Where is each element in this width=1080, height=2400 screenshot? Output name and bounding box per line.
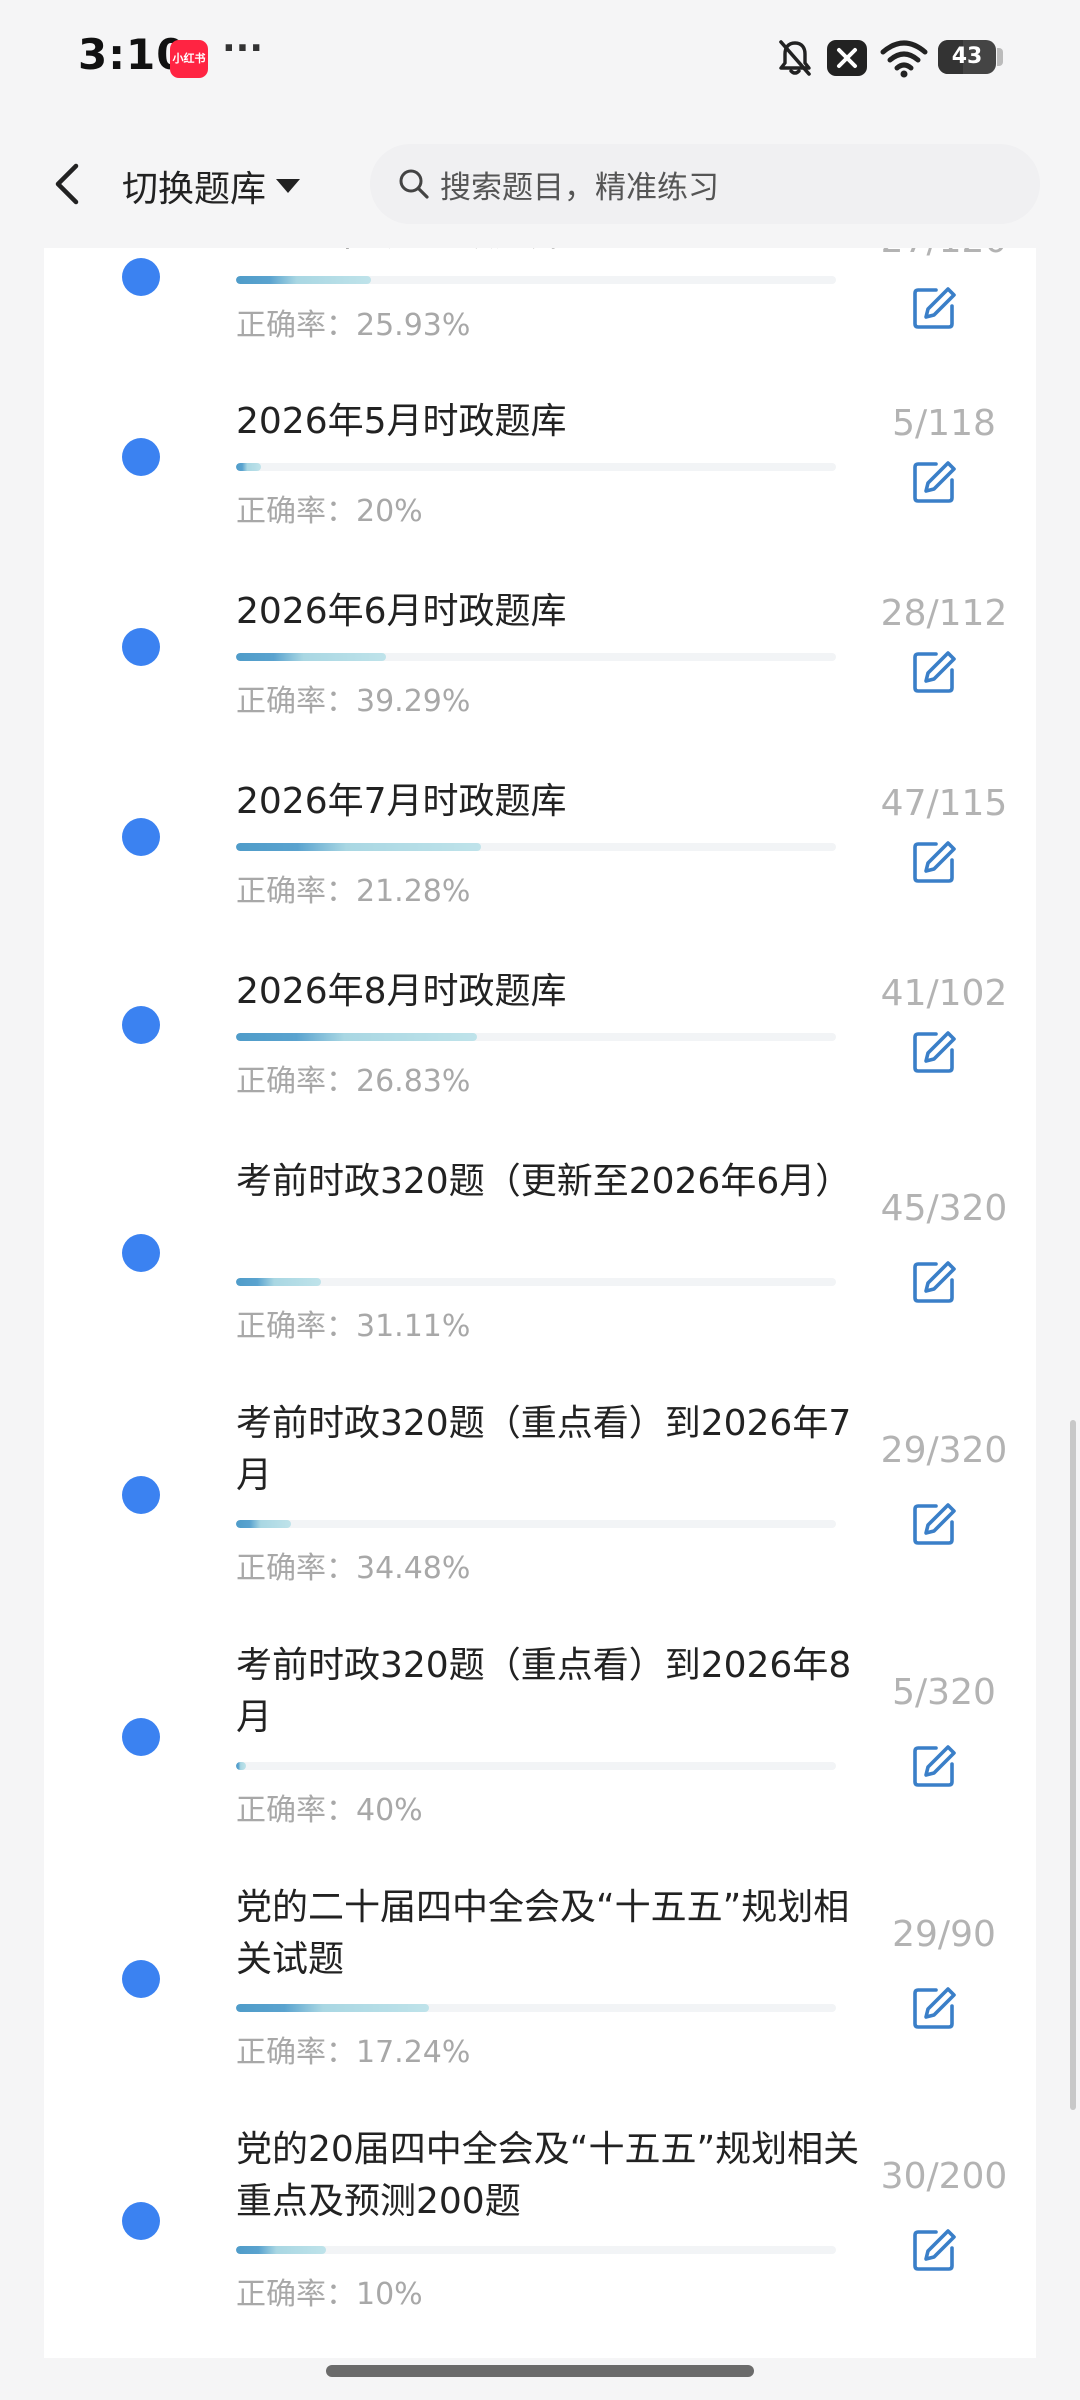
accuracy-text: 正确率：39.29% — [236, 684, 471, 719]
progress-track — [236, 1278, 836, 1286]
status-dot — [122, 2202, 160, 2240]
question-bank-list: 2026年4月时政题库正确率：25.93% 27/120 2026年5月时政题库正确… — [44, 248, 1036, 2358]
bank-title[interactable]: 2026年8月时政题库 — [236, 966, 876, 1018]
bank-title[interactable]: 2026年5月时政题库 — [236, 396, 876, 448]
accuracy-text: 正确率：10% — [236, 2277, 423, 2312]
status-dot — [122, 628, 160, 666]
header: 切换题库 搜索题目，精准练习 — [0, 120, 1080, 248]
progress-track — [236, 2004, 836, 2012]
search-input[interactable]: 搜索题目，精准练习 — [370, 144, 1040, 224]
home-indicator[interactable] — [326, 2365, 754, 2377]
status-dot — [122, 1234, 160, 1272]
caret-down-icon — [276, 179, 301, 193]
progress-fill — [236, 2004, 430, 2012]
wifi-icon — [880, 40, 928, 78]
answered-count: 28/112 — [880, 593, 1008, 634]
answered-count: 45/320 — [880, 1188, 1008, 1229]
search-icon — [399, 169, 429, 199]
edit-icon[interactable] — [910, 1984, 958, 2032]
status-dot — [122, 438, 160, 476]
accuracy-text: 正确率：34.48% — [236, 1551, 471, 1586]
progress-fill — [236, 1278, 321, 1286]
accuracy-text: 正确率：40% — [236, 1793, 423, 1828]
silent-bell-icon — [779, 40, 811, 76]
progress-track — [236, 463, 836, 471]
search-placeholder: 搜索题目，精准练习 — [440, 169, 719, 206]
answered-count: 30/200 — [880, 2156, 1008, 2197]
answered-count: 47/115 — [880, 783, 1008, 824]
answered-count: 27/120 — [834, 248, 1036, 261]
accuracy-text: 正确率：17.24% — [236, 2035, 471, 2070]
edit-icon[interactable] — [910, 648, 958, 696]
bank-title[interactable]: 考前时政320题（更新至2026年6月） — [236, 1156, 876, 1208]
switch-bank-label: 切换题库 — [122, 169, 267, 210]
edit-icon[interactable] — [910, 1028, 958, 1076]
xiaohongshu-app-icon: 小红书 — [170, 40, 208, 78]
bank-title[interactable]: 党的20届四中全会及“十五五”规划相关重点及预测200题 — [236, 2124, 876, 2228]
progress-fill — [236, 653, 386, 661]
progress-track — [236, 276, 836, 284]
status-dot — [122, 1960, 160, 1998]
progress-fill — [236, 2246, 326, 2254]
edit-icon[interactable] — [910, 1742, 958, 1790]
accuracy-text: 正确率：21.28% — [236, 874, 471, 909]
bank-title[interactable]: 2026年7月时政题库 — [236, 776, 876, 828]
progress-fill — [236, 1520, 291, 1528]
battery-percentage: 43 — [951, 44, 983, 69]
close-badge-icon — [827, 40, 867, 76]
bank-title[interactable]: 考前时政320题（重点看）到2026年7月 — [236, 1398, 876, 1502]
more-notifications-icon: ··· — [222, 28, 264, 69]
progress-track — [236, 1762, 836, 1770]
answered-count: 29/90 — [892, 1914, 996, 1955]
edit-icon[interactable] — [910, 2226, 958, 2274]
answered-count: 5/118 — [892, 403, 996, 444]
status-dot — [122, 1718, 160, 1756]
progress-track — [236, 653, 836, 661]
status-dot — [122, 1006, 160, 1044]
progress-fill — [236, 1033, 478, 1041]
edit-icon[interactable] — [910, 458, 958, 506]
bank-title[interactable]: 考前时政320题（重点看）到2026年8月 — [236, 1640, 876, 1744]
progress-fill — [236, 276, 371, 284]
status-dot — [122, 818, 160, 856]
edit-icon[interactable] — [910, 1500, 958, 1548]
progress-track — [236, 1520, 836, 1528]
battery-icon: 43 — [938, 40, 996, 74]
scrollbar[interactable] — [1070, 1420, 1076, 2110]
edit-icon[interactable] — [910, 284, 958, 332]
battery-cap — [997, 48, 1003, 66]
answered-count: 41/102 — [880, 973, 1008, 1014]
accuracy-text: 正确率：31.11% — [236, 1309, 471, 1344]
bank-title[interactable]: 2026年6月时政题库 — [236, 586, 876, 638]
status-bar: 3:10 小红书 ··· 43 — [0, 0, 1080, 120]
accuracy-text: 正确率：26.83% — [236, 1064, 471, 1099]
bank-title[interactable]: 党的二十届四中全会及“十五五”规划相关试题 — [236, 1882, 876, 1986]
switch-bank-dropdown[interactable]: 切换题库 — [122, 158, 301, 214]
progress-fill — [236, 1762, 246, 1770]
progress-fill — [236, 463, 262, 471]
progress-track — [236, 1033, 836, 1041]
edit-icon[interactable] — [910, 1258, 958, 1306]
accuracy-text: 正确率：20% — [236, 494, 423, 529]
status-dot — [122, 258, 160, 296]
back-button[interactable] — [38, 154, 98, 214]
progress-track — [236, 843, 836, 851]
edit-icon[interactable] — [910, 838, 958, 886]
answered-count: 29/320 — [880, 1430, 1008, 1471]
accuracy-text: 正确率：25.93% — [236, 308, 471, 343]
progress-track — [236, 2246, 836, 2254]
answered-count: 5/320 — [892, 1672, 996, 1713]
bank-title[interactable]: 2026年4月时政题库 — [236, 248, 876, 260]
status-dot — [122, 1476, 160, 1514]
progress-fill — [236, 843, 482, 851]
